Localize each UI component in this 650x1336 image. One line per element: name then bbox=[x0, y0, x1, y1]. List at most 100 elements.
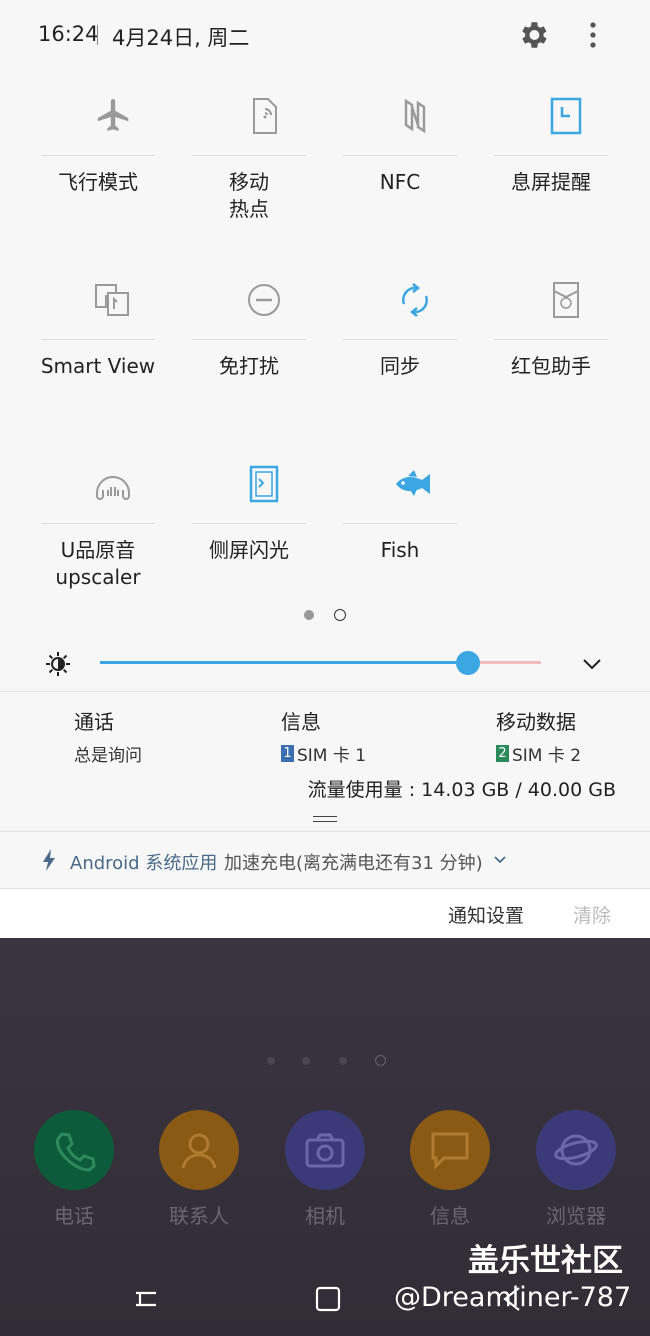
sim-data-title: 移动数据 bbox=[496, 710, 576, 734]
more-options-icon[interactable] bbox=[582, 18, 604, 52]
divider bbox=[97, 25, 98, 45]
tile-divider bbox=[192, 339, 306, 340]
edge-lighting-icon bbox=[249, 465, 279, 503]
app-label: 电话 bbox=[54, 1204, 94, 1228]
page-indicator-dot-current bbox=[334, 609, 346, 621]
always-on-display-icon bbox=[550, 97, 582, 135]
sim-call-title: 通话 bbox=[74, 710, 114, 734]
data-usage: 流量使用量 : 14.03 GB / 40.00 GB bbox=[307, 779, 616, 801]
tile-upscaler[interactable]: U品原音 upscaler bbox=[38, 453, 188, 623]
notification-settings-button[interactable]: 通知设置 bbox=[448, 901, 524, 928]
tile-airplane-mode[interactable]: 飞行模式 bbox=[38, 85, 188, 255]
browser-icon bbox=[554, 1134, 598, 1166]
sim-message-setting[interactable]: 信息 1 SIM 卡 1 bbox=[281, 706, 366, 766]
tile-edge-lighting[interactable]: 侧屏闪光 bbox=[189, 453, 339, 623]
tile-divider bbox=[343, 523, 457, 524]
airplane-icon bbox=[97, 99, 129, 131]
sim-badge: 2 bbox=[496, 745, 509, 762]
tile-label: 息屏提醒 bbox=[511, 170, 591, 194]
notification-footer bbox=[0, 889, 650, 938]
tile-divider bbox=[343, 339, 457, 340]
sim-data-setting[interactable]: 移动数据 2 SIM 卡 2 bbox=[496, 706, 581, 766]
home-page-dot bbox=[339, 1057, 347, 1065]
lightning-bolt-icon bbox=[43, 849, 55, 871]
app-label: 联系人 bbox=[169, 1204, 229, 1228]
app-messages[interactable] bbox=[410, 1110, 490, 1190]
app-camera[interactable] bbox=[285, 1110, 365, 1190]
brightness-slider-track[interactable] bbox=[478, 661, 541, 664]
home-page-dot-current bbox=[375, 1055, 386, 1066]
message-icon bbox=[431, 1132, 469, 1170]
date: 4月24日, 周二 bbox=[112, 26, 250, 50]
tile-divider bbox=[494, 155, 608, 156]
app-label: 浏览器 bbox=[546, 1204, 606, 1228]
tile-label: 同步 bbox=[380, 354, 420, 378]
drag-handle[interactable] bbox=[313, 816, 337, 822]
contacts-icon bbox=[181, 1133, 217, 1169]
brightness-slider-fill[interactable] bbox=[100, 661, 468, 664]
tile-divider bbox=[41, 339, 155, 340]
tile-smart-view[interactable]: Smart View bbox=[38, 269, 188, 439]
watermark-handle: @Dreamliner-787 bbox=[394, 1282, 632, 1313]
tile-nfc[interactable]: NFC bbox=[340, 85, 490, 255]
tile-label: 侧屏闪光 bbox=[209, 538, 289, 562]
home-page-dot bbox=[267, 1057, 275, 1065]
tile-divider bbox=[192, 155, 306, 156]
tile-label: 免打扰 bbox=[219, 354, 279, 378]
tile-fish[interactable]: Fish bbox=[340, 453, 490, 623]
tile-label: 移动 热点 bbox=[229, 170, 269, 221]
app-label: 相机 bbox=[305, 1204, 345, 1228]
brightness-slider-thumb[interactable] bbox=[456, 651, 480, 675]
tile-do-not-disturb[interactable]: 免打扰 bbox=[189, 269, 339, 439]
headphones-icon bbox=[96, 476, 130, 500]
clock: 16:24 bbox=[38, 22, 99, 46]
tile-label: Smart View bbox=[40, 354, 156, 378]
tile-divider bbox=[41, 523, 155, 524]
tile-red-envelope-assistant[interactable]: 红包助手 bbox=[491, 269, 641, 439]
notification-text: 加速充电(离充满电还有31 分钟) bbox=[224, 853, 483, 874]
fish-icon bbox=[396, 470, 430, 496]
watermark-title: 盖乐世社区 bbox=[468, 1243, 623, 1279]
tile-label: U品原音 upscaler bbox=[55, 538, 141, 589]
notification-app-name: Android 系统应用 bbox=[70, 853, 218, 874]
tile-divider bbox=[41, 155, 155, 156]
chevron-down-icon[interactable] bbox=[580, 652, 604, 676]
app-label: 信息 bbox=[430, 1204, 470, 1228]
status-bar: 16:24 4月24日, 周二 bbox=[0, 0, 650, 70]
chevron-down-icon[interactable] bbox=[493, 854, 507, 866]
tile-mobile-hotspot[interactable]: 移动 热点 bbox=[189, 85, 339, 255]
smart-view-icon bbox=[95, 284, 129, 316]
hotspot-icon bbox=[253, 98, 277, 134]
app-phone[interactable] bbox=[34, 1110, 114, 1190]
divider bbox=[0, 691, 650, 692]
page-indicator-dot bbox=[304, 610, 314, 620]
sim-badge: 1 bbox=[281, 745, 294, 762]
home-button-icon[interactable] bbox=[313, 1284, 343, 1314]
sim-data-value: SIM 卡 2 bbox=[512, 746, 582, 766]
camera-icon bbox=[305, 1133, 345, 1168]
sim-call-setting[interactable]: 通话 总是询问 bbox=[74, 706, 142, 766]
phone-icon bbox=[56, 1132, 96, 1172]
app-contacts[interactable] bbox=[159, 1110, 239, 1190]
nfc-icon bbox=[404, 98, 426, 134]
tile-divider bbox=[192, 523, 306, 524]
brightness-icon bbox=[46, 652, 70, 676]
home-page-dot bbox=[302, 1057, 310, 1065]
tile-label: 红包助手 bbox=[511, 354, 591, 378]
tile-divider bbox=[494, 339, 608, 340]
tile-divider bbox=[343, 155, 457, 156]
app-browser[interactable] bbox=[536, 1110, 616, 1190]
clear-button[interactable]: 清除 bbox=[573, 901, 611, 928]
sync-icon bbox=[402, 283, 428, 317]
tile-always-on-display[interactable]: 息屏提醒 bbox=[491, 85, 641, 255]
tile-sync[interactable]: 同步 bbox=[340, 269, 490, 439]
tile-label: 飞行模式 bbox=[58, 170, 138, 194]
tile-label: NFC bbox=[379, 170, 421, 194]
sim-message-title: 信息 bbox=[281, 710, 321, 734]
sim-call-value: 总是询问 bbox=[74, 746, 142, 766]
sim-message-value: SIM 卡 1 bbox=[297, 746, 367, 766]
tile-label: Fish bbox=[380, 538, 420, 562]
do-not-disturb-icon bbox=[248, 284, 280, 316]
recent-apps-icon[interactable] bbox=[131, 1284, 161, 1314]
settings-gear-icon[interactable] bbox=[516, 18, 550, 52]
